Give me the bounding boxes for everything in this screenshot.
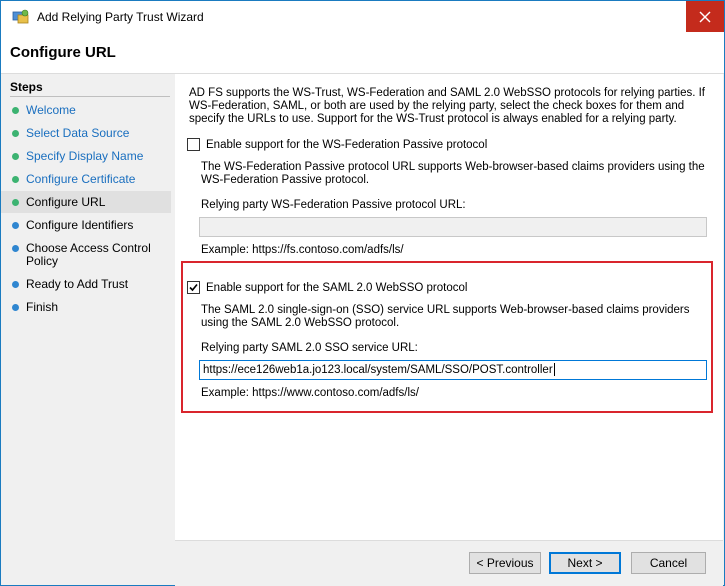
step-status-icon [12, 176, 19, 183]
step-select-data-source[interactable]: Select Data Source [1, 124, 171, 144]
next-button[interactable]: Next > [549, 552, 621, 574]
step-status-icon [12, 245, 19, 252]
step-label: Select Data Source [26, 126, 130, 140]
step-status-icon [12, 222, 19, 229]
page-title: Configure URL [10, 44, 116, 61]
wsfed-checkbox[interactable] [187, 138, 200, 151]
step-choose-access-control-policy: Choose Access Control Policy [1, 239, 171, 271]
step-status-icon [12, 153, 19, 160]
step-ready-to-add-trust: Ready to Add Trust [1, 275, 171, 295]
step-label: Specify Display Name [26, 149, 144, 163]
step-status-icon [12, 107, 19, 114]
title-bar: Add Relying Party Trust Wizard [1, 1, 724, 32]
cancel-button[interactable]: Cancel [631, 552, 706, 574]
wizard-footer: < Previous Next > Cancel [175, 540, 723, 586]
wsfed-url-input[interactable] [199, 217, 707, 237]
step-label: Ready to Add Trust [26, 277, 129, 291]
step-specify-display-name[interactable]: Specify Display Name [1, 147, 171, 167]
saml-highlight-box [181, 261, 713, 413]
step-label: Configure URL [26, 195, 106, 209]
wsfed-checkbox-label: Enable support for the WS-Federation Pas… [206, 138, 488, 151]
step-label: Welcome [26, 103, 76, 117]
steps-sidebar: Steps Welcome Select Data Source Specify… [1, 74, 173, 585]
wsfed-example: Example: https://fs.contoso.com/adfs/ls/ [201, 244, 404, 256]
steps-heading: Steps [10, 80, 43, 94]
step-label: Choose Access Control Policy [26, 241, 151, 268]
wsfed-checkbox-row[interactable]: Enable support for the WS-Federation Pas… [187, 138, 487, 151]
close-button[interactable] [686, 1, 724, 32]
page-header: Configure URL [1, 32, 724, 74]
wsfed-description: The WS-Federation Passive protocol URL s… [201, 161, 705, 186]
step-label: Configure Identifiers [26, 218, 134, 232]
step-label: Finish [26, 300, 59, 314]
adfs-app-icon [12, 9, 30, 25]
wizard-window: Add Relying Party Trust Wizard Configure… [0, 0, 725, 586]
step-status-icon [12, 281, 19, 288]
step-configure-identifiers: Configure Identifiers [1, 216, 171, 236]
step-configure-url[interactable]: Configure URL [1, 191, 171, 213]
step-welcome[interactable]: Welcome [1, 101, 171, 121]
previous-button[interactable]: < Previous [469, 552, 541, 574]
intro-text: AD FS supports the WS-Trust, WS-Federati… [189, 87, 705, 125]
wsfed-url-label: Relying party WS-Federation Passive prot… [201, 199, 466, 211]
step-status-icon [12, 130, 19, 137]
step-status-icon [12, 304, 19, 311]
steps-divider [10, 96, 170, 97]
step-label: Configure Certificate [26, 172, 136, 186]
step-finish: Finish [1, 298, 171, 318]
step-status-icon [12, 199, 19, 206]
close-icon [699, 11, 711, 22]
window-title: Add Relying Party Trust Wizard [37, 10, 204, 24]
step-configure-certificate[interactable]: Configure Certificate [1, 170, 171, 190]
